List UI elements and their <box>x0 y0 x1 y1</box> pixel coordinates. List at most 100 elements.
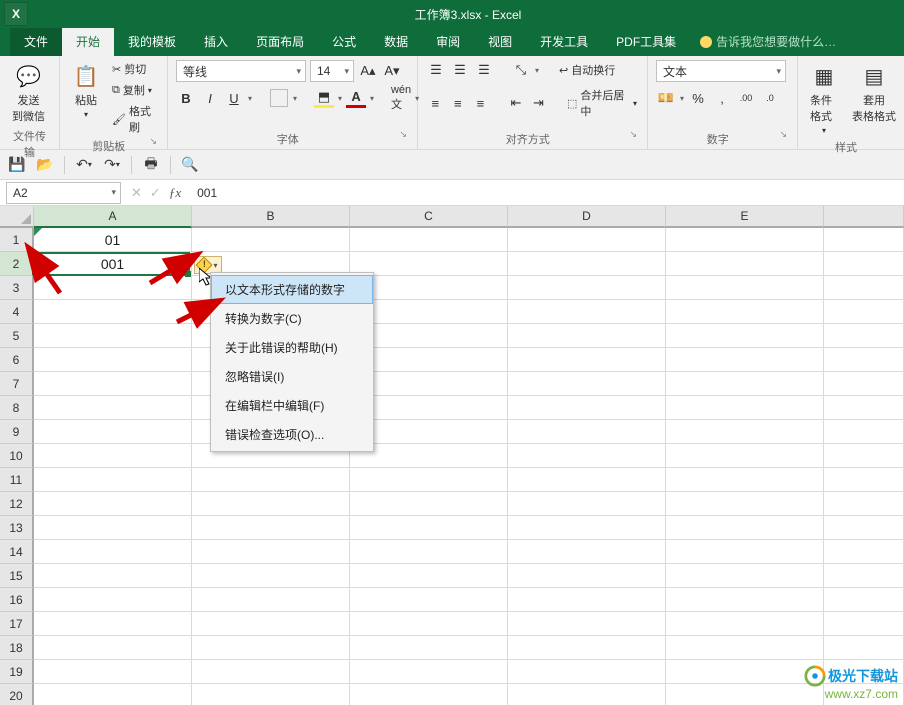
cell-extra[interactable] <box>824 468 904 492</box>
row-header-18[interactable]: 18 <box>0 636 34 660</box>
cell-D2[interactable] <box>508 252 666 276</box>
name-box[interactable]: A2 <box>6 182 121 204</box>
italic-button[interactable]: I <box>200 88 220 108</box>
cell-B17[interactable] <box>192 612 350 636</box>
cell-D16[interactable] <box>508 588 666 612</box>
cell-D9[interactable] <box>508 420 666 444</box>
menu-item-ignore-error[interactable]: 忽略错误(I) <box>211 362 373 391</box>
cell-extra[interactable] <box>824 444 904 468</box>
cell-A8[interactable] <box>34 396 192 420</box>
conditional-format-button[interactable]: ▦ 条件格式▾ <box>806 60 842 137</box>
tab-insert[interactable]: 插入 <box>190 28 242 56</box>
cell-A7[interactable] <box>34 372 192 396</box>
menu-item-edit-in-formula-bar[interactable]: 在编辑栏中编辑(F) <box>211 391 373 420</box>
column-header-extra[interactable] <box>824 206 904 228</box>
cell-A1[interactable]: 01 <box>34 228 192 252</box>
cell-extra[interactable] <box>824 492 904 516</box>
tab-templates[interactable]: 我的模板 <box>114 28 190 56</box>
cell-E11[interactable] <box>666 468 824 492</box>
row-header-4[interactable]: 4 <box>0 300 34 324</box>
qat-print-button[interactable]: 🖶 <box>142 156 160 174</box>
fx-button[interactable]: ƒx <box>169 185 181 201</box>
cell-E1[interactable] <box>666 228 824 252</box>
menu-item-convert-to-number[interactable]: 转换为数字(C) <box>211 304 373 333</box>
cell-E4[interactable] <box>666 300 824 324</box>
row-header-5[interactable]: 5 <box>0 324 34 348</box>
cell-C1[interactable] <box>350 228 508 252</box>
cut-button[interactable]: ✂剪切 <box>110 60 159 78</box>
row-header-1[interactable]: 1 <box>0 228 34 252</box>
percent-button[interactable]: % <box>688 88 708 108</box>
orientation-button[interactable]: ⤡ <box>511 60 531 80</box>
cell-B11[interactable] <box>192 468 350 492</box>
cell-E2[interactable] <box>666 252 824 276</box>
cell-extra[interactable] <box>824 300 904 324</box>
cell-A2[interactable]: 001 <box>34 252 192 276</box>
increase-font-button[interactable]: A▴ <box>358 61 378 81</box>
copy-button[interactable]: ⧉复制▾ <box>110 81 159 99</box>
alignment-dialog-launcher[interactable]: ↘ <box>629 129 639 147</box>
cell-A4[interactable] <box>34 300 192 324</box>
cell-C17[interactable] <box>350 612 508 636</box>
wrap-text-button[interactable]: ↩自动换行 <box>557 61 617 79</box>
cell-A10[interactable] <box>34 444 192 468</box>
qat-preview-button[interactable]: 🔍 <box>181 156 199 174</box>
cell-D3[interactable] <box>508 276 666 300</box>
cell-D11[interactable] <box>508 468 666 492</box>
row-header-15[interactable]: 15 <box>0 564 34 588</box>
row-header-11[interactable]: 11 <box>0 468 34 492</box>
cell-D10[interactable] <box>508 444 666 468</box>
cell-extra[interactable] <box>824 540 904 564</box>
align-bottom-button[interactable]: ☰ <box>474 60 494 80</box>
row-header-19[interactable]: 19 <box>0 660 34 684</box>
cell-B16[interactable] <box>192 588 350 612</box>
cell-extra[interactable] <box>824 396 904 420</box>
cell-A12[interactable] <box>34 492 192 516</box>
cell-E17[interactable] <box>666 612 824 636</box>
select-all-corner[interactable] <box>0 206 34 228</box>
cell-extra[interactable] <box>824 372 904 396</box>
cell-D7[interactable] <box>508 372 666 396</box>
fill-color-button[interactable]: ⬒ <box>314 88 334 108</box>
tab-pdf[interactable]: PDF工具集 <box>602 28 690 56</box>
cell-extra[interactable] <box>824 228 904 252</box>
cell-E10[interactable] <box>666 444 824 468</box>
cell-A16[interactable] <box>34 588 192 612</box>
merge-center-button[interactable]: ⬚合并后居中▾ <box>565 86 639 120</box>
cell-E14[interactable] <box>666 540 824 564</box>
qat-undo-button[interactable]: ↶▾ <box>75 156 93 174</box>
column-header-D[interactable]: D <box>508 206 666 228</box>
cell-D4[interactable] <box>508 300 666 324</box>
cell-E3[interactable] <box>666 276 824 300</box>
row-header-20[interactable]: 20 <box>0 684 34 705</box>
column-header-C[interactable]: C <box>350 206 508 228</box>
tab-formulas[interactable]: 公式 <box>318 28 370 56</box>
cell-D20[interactable] <box>508 684 666 705</box>
row-header-8[interactable]: 8 <box>0 396 34 420</box>
qat-save-button[interactable]: 💾 <box>8 156 26 174</box>
row-header-7[interactable]: 7 <box>0 372 34 396</box>
column-header-A[interactable]: A <box>34 206 192 228</box>
number-dialog-launcher[interactable]: ↘ <box>779 129 789 147</box>
cell-extra[interactable] <box>824 588 904 612</box>
cell-D13[interactable] <box>508 516 666 540</box>
currency-button[interactable]: 💴 <box>656 88 676 108</box>
cell-D18[interactable] <box>508 636 666 660</box>
cell-A5[interactable] <box>34 324 192 348</box>
cell-E8[interactable] <box>666 396 824 420</box>
cell-A20[interactable] <box>34 684 192 705</box>
formula-input[interactable]: 001 <box>191 186 904 200</box>
cell-D1[interactable] <box>508 228 666 252</box>
cell-extra[interactable] <box>824 420 904 444</box>
row-header-6[interactable]: 6 <box>0 348 34 372</box>
number-format-combo[interactable]: 文本 <box>656 60 786 82</box>
cell-extra[interactable] <box>824 612 904 636</box>
underline-button[interactable]: U <box>224 88 244 108</box>
bold-button[interactable]: B <box>176 88 196 108</box>
cell-D14[interactable] <box>508 540 666 564</box>
tab-review[interactable]: 审阅 <box>422 28 474 56</box>
cell-A18[interactable] <box>34 636 192 660</box>
row-header-9[interactable]: 9 <box>0 420 34 444</box>
cell-E6[interactable] <box>666 348 824 372</box>
decrease-decimal-button[interactable]: .0 <box>760 88 780 108</box>
